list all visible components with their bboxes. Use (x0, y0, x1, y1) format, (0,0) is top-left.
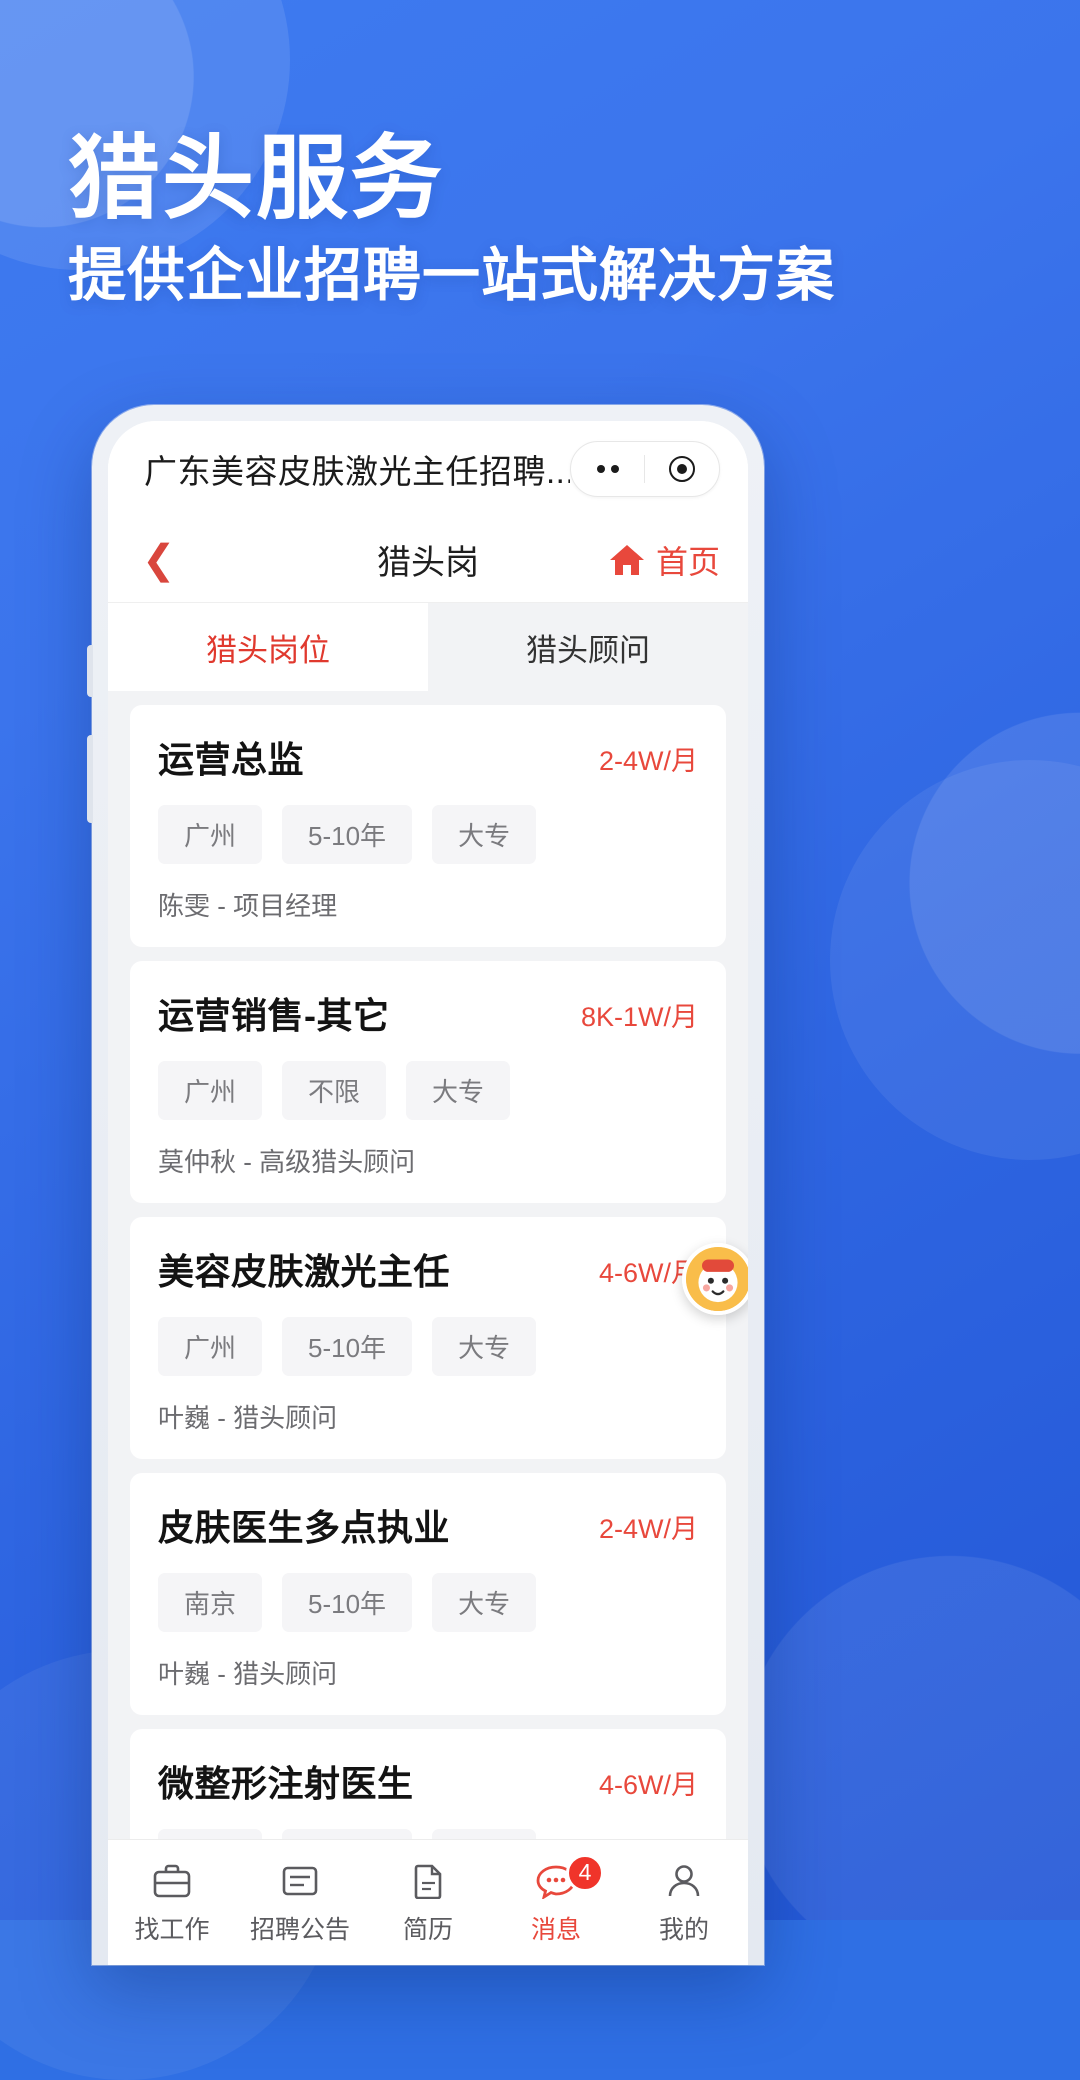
job-tag-city: 南京 (158, 1829, 263, 1839)
job-tag-experience: 5-10年 (282, 805, 413, 864)
job-tag-group: 广州 不限 大专 (158, 1061, 698, 1120)
miniprogram-title: 广东美容皮肤激光主任招聘... (144, 453, 570, 490)
job-card[interactable]: 微整形注射医生 4-6W/月 南京 5-10年 大专 (130, 1729, 726, 1839)
more-button[interactable] (571, 442, 645, 496)
hero-text-block: 猎头服务 提供企业招聘一站式解决方案 (68, 128, 836, 310)
job-card[interactable]: 美容皮肤激光主任 4-6W/月 广州 5-10年 大专 叶巍 - 猎头顾问 (130, 1217, 726, 1459)
job-card[interactable]: 皮肤医生多点执业 2-4W/月 南京 5-10年 大专 叶巍 - 猎头顾问 (130, 1473, 726, 1715)
job-tag-group: 南京 5-10年 大专 (158, 1573, 698, 1632)
job-salary: 2-4W/月 (598, 1514, 698, 1544)
job-card-header: 运营总监 2-4W/月 (158, 731, 698, 783)
tabbar-label: 我的 (658, 1915, 709, 1944)
phone-mockup: 广东美容皮肤激光主任招聘... ❮ 猎头岗 首页 猎头岗位 猎头顾问 运营总监 … (87, 405, 764, 1965)
tabbar-label: 招聘公告 (249, 1915, 350, 1944)
job-title: 运营总监 (158, 739, 305, 780)
job-tag-experience: 5-10年 (282, 1573, 413, 1632)
job-recruiter: 叶巍 - 猎头顾问 (158, 1403, 338, 1433)
job-tag-city: 南京 (158, 1573, 263, 1632)
job-recruiter: 莫仲秋 - 高级猎头顾问 (158, 1147, 416, 1177)
message-badge: 4 (566, 1853, 604, 1892)
job-card-header: 运营销售-其它 8K-1W/月 (158, 987, 698, 1039)
job-tag-experience: 5-10年 (282, 1829, 413, 1839)
job-tag-city: 广州 (158, 1317, 263, 1376)
user-icon (662, 1860, 706, 1902)
more-dots-icon (596, 465, 619, 473)
job-title: 皮肤医生多点执业 (158, 1507, 451, 1548)
job-card[interactable]: 运营总监 2-4W/月 广州 5-10年 大专 陈雯 - 项目经理 (130, 705, 726, 947)
chevron-left-icon[interactable]: ❮ (142, 540, 186, 580)
tabbar-item-messages[interactable]: 4 消息 (492, 1853, 620, 1946)
hero-subtitle: 提供企业招聘一站式解决方案 (68, 243, 836, 309)
job-tag-education: 大专 (432, 1317, 537, 1376)
tabbar-item-announcements[interactable]: 招聘公告 (236, 1860, 364, 1946)
tab-headhunter-jobs[interactable]: 猎头岗位 (108, 603, 428, 691)
job-tag-education: 大专 (432, 1573, 537, 1632)
announcement-icon (278, 1860, 322, 1902)
hero-title: 猎头服务 (68, 128, 445, 230)
job-card[interactable]: 运营销售-其它 8K-1W/月 广州 不限 大专 莫仲秋 - 高级猎头顾问 (130, 961, 726, 1203)
job-salary: 8K-1W/月 (580, 1002, 698, 1032)
home-button[interactable]: 首页 (608, 537, 720, 583)
job-tag-group: 南京 5-10年 大专 (158, 1829, 698, 1839)
avatar (686, 1247, 748, 1311)
job-card-header: 皮肤医生多点执业 2-4W/月 (158, 1499, 698, 1551)
job-tag-experience: 5-10年 (282, 1317, 413, 1376)
job-tag-city: 广州 (158, 805, 263, 864)
job-tag-city: 广州 (158, 1061, 263, 1120)
tabbar-label: 简历 (402, 1915, 453, 1944)
job-card-header: 微整形注射医生 4-6W/月 (158, 1755, 698, 1807)
miniprogram-title-bar: 广东美容皮肤激光主任招聘... (108, 421, 748, 517)
job-title: 运营销售-其它 (158, 995, 390, 1036)
job-list[interactable]: 运营总监 2-4W/月 广州 5-10年 大专 陈雯 - 项目经理 运营销售-其… (108, 691, 748, 1839)
tabbar-item-profile[interactable]: 我的 (620, 1860, 748, 1946)
tabbar-label: 消息 (530, 1915, 581, 1944)
segmented-tabs: 猎头岗位 猎头顾问 (108, 603, 748, 691)
resume-icon (406, 1860, 450, 1902)
briefcase-icon (150, 1860, 194, 1902)
job-recruiter: 叶巍 - 猎头顾问 (158, 1659, 338, 1689)
target-circle-icon (669, 456, 696, 482)
job-title: 美容皮肤激光主任 (158, 1251, 451, 1292)
job-tag-group: 广州 5-10年 大专 (158, 805, 698, 864)
job-tag-education: 大专 (432, 805, 537, 864)
floating-consultant-avatar[interactable] (682, 1243, 748, 1315)
job-tag-education: 大专 (406, 1061, 511, 1120)
close-miniprogram-button[interactable] (645, 442, 719, 496)
phone-screen: 广东美容皮肤激光主任招聘... ❮ 猎头岗 首页 猎头岗位 猎头顾问 运营总监 … (108, 421, 748, 1965)
tab-headhunter-consultants[interactable]: 猎头顾问 (428, 603, 748, 691)
tabbar-item-jobs[interactable]: 找工作 (108, 1860, 236, 1946)
home-icon (608, 543, 646, 577)
job-salary: 4-6W/月 (598, 1770, 698, 1800)
bottom-tabbar: 找工作 招聘公告 简历 4 消息 我的 (108, 1839, 748, 1965)
app-navbar: ❮ 猎头岗 首页 (108, 517, 748, 603)
job-title: 微整形注射医生 (158, 1763, 414, 1804)
miniprogram-capsule[interactable] (569, 441, 720, 497)
tabbar-item-resume[interactable]: 简历 (364, 1860, 492, 1946)
home-label: 首页 (655, 543, 720, 580)
job-tag-experience: 不限 (282, 1061, 387, 1120)
job-salary: 2-4W/月 (598, 746, 698, 776)
job-recruiter: 陈雯 - 项目经理 (158, 891, 338, 921)
job-tag-education: 大专 (432, 1829, 537, 1839)
job-tag-group: 广州 5-10年 大专 (158, 1317, 698, 1376)
tabbar-label: 找工作 (134, 1915, 210, 1944)
job-card-header: 美容皮肤激光主任 4-6W/月 (158, 1243, 698, 1295)
